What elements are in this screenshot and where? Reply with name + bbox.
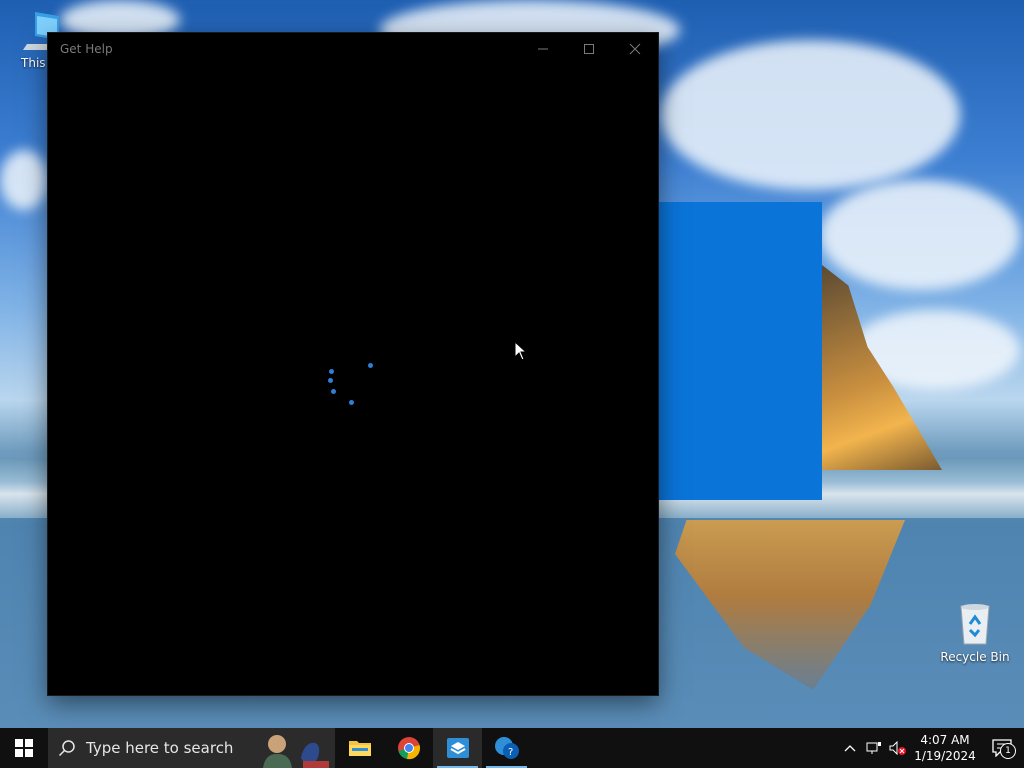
desktop-icon-label: Recycle Bin [940, 650, 1010, 664]
taskbar-app-file-explorer[interactable] [335, 728, 384, 768]
search-placeholder: Type here to search [86, 739, 234, 757]
get-help-window[interactable]: Get Help [48, 33, 658, 695]
taskbar-app-chrome[interactable] [384, 728, 433, 768]
window-title: Get Help [60, 42, 113, 56]
clock-time: 4:07 AM [920, 733, 970, 747]
network-button[interactable] [862, 728, 886, 768]
search-icon [48, 739, 86, 757]
spinner-dot [329, 369, 334, 374]
show-hidden-icons-button[interactable] [838, 728, 862, 768]
minimize-button[interactable] [520, 33, 566, 65]
close-icon [629, 43, 641, 55]
taskbar-app-sandbox[interactable] [433, 728, 482, 768]
minimize-icon [538, 48, 548, 50]
taskbar-app-get-help[interactable]: ? [482, 728, 531, 768]
maximize-icon [584, 44, 594, 54]
get-help-icon: ? [494, 737, 519, 759]
action-center-button[interactable]: 1 [980, 728, 1024, 768]
cloud [820, 180, 1020, 290]
notification-count-badge: 1 [1000, 743, 1016, 759]
maximize-button[interactable] [566, 33, 612, 65]
desktop-icon-recycle-bin[interactable]: Recycle Bin [940, 602, 1010, 664]
taskbar-clock[interactable]: 4:07 AM 1/19/2024 [910, 732, 980, 764]
window-titlebar[interactable]: Get Help [48, 33, 658, 65]
spinner-dot [368, 363, 373, 368]
system-tray: 4:07 AM 1/19/2024 1 [838, 728, 1024, 768]
spinner-dot [349, 400, 354, 405]
svg-text:?: ? [508, 747, 513, 758]
folder-icon [348, 741, 371, 756]
clock-date: 1/19/2024 [914, 749, 976, 763]
start-button[interactable] [0, 728, 48, 768]
search-highlight-illustration [263, 735, 329, 768]
cloud [0, 150, 48, 210]
mouse-pointer-icon [514, 341, 528, 361]
taskbar: Type here to search ? 4:07 AM 1/19/2024 … [0, 728, 1024, 768]
taskbar-search-box[interactable]: Type here to search [48, 728, 335, 768]
cliff-reflection [675, 520, 905, 690]
windows-logo-icon [15, 739, 33, 757]
chevron-up-icon [844, 745, 856, 752]
sandbox-icon [446, 738, 469, 758]
spinner-dot [328, 378, 333, 383]
volume-button[interactable] [886, 728, 910, 768]
recycle-bin-icon [960, 604, 990, 645]
chrome-icon [397, 737, 420, 760]
background-window-panel [658, 202, 822, 500]
close-button[interactable] [612, 33, 658, 65]
spinner-dot [331, 389, 336, 394]
network-icon [866, 742, 881, 754]
volume-muted-icon [889, 741, 906, 755]
cloud [660, 40, 960, 190]
